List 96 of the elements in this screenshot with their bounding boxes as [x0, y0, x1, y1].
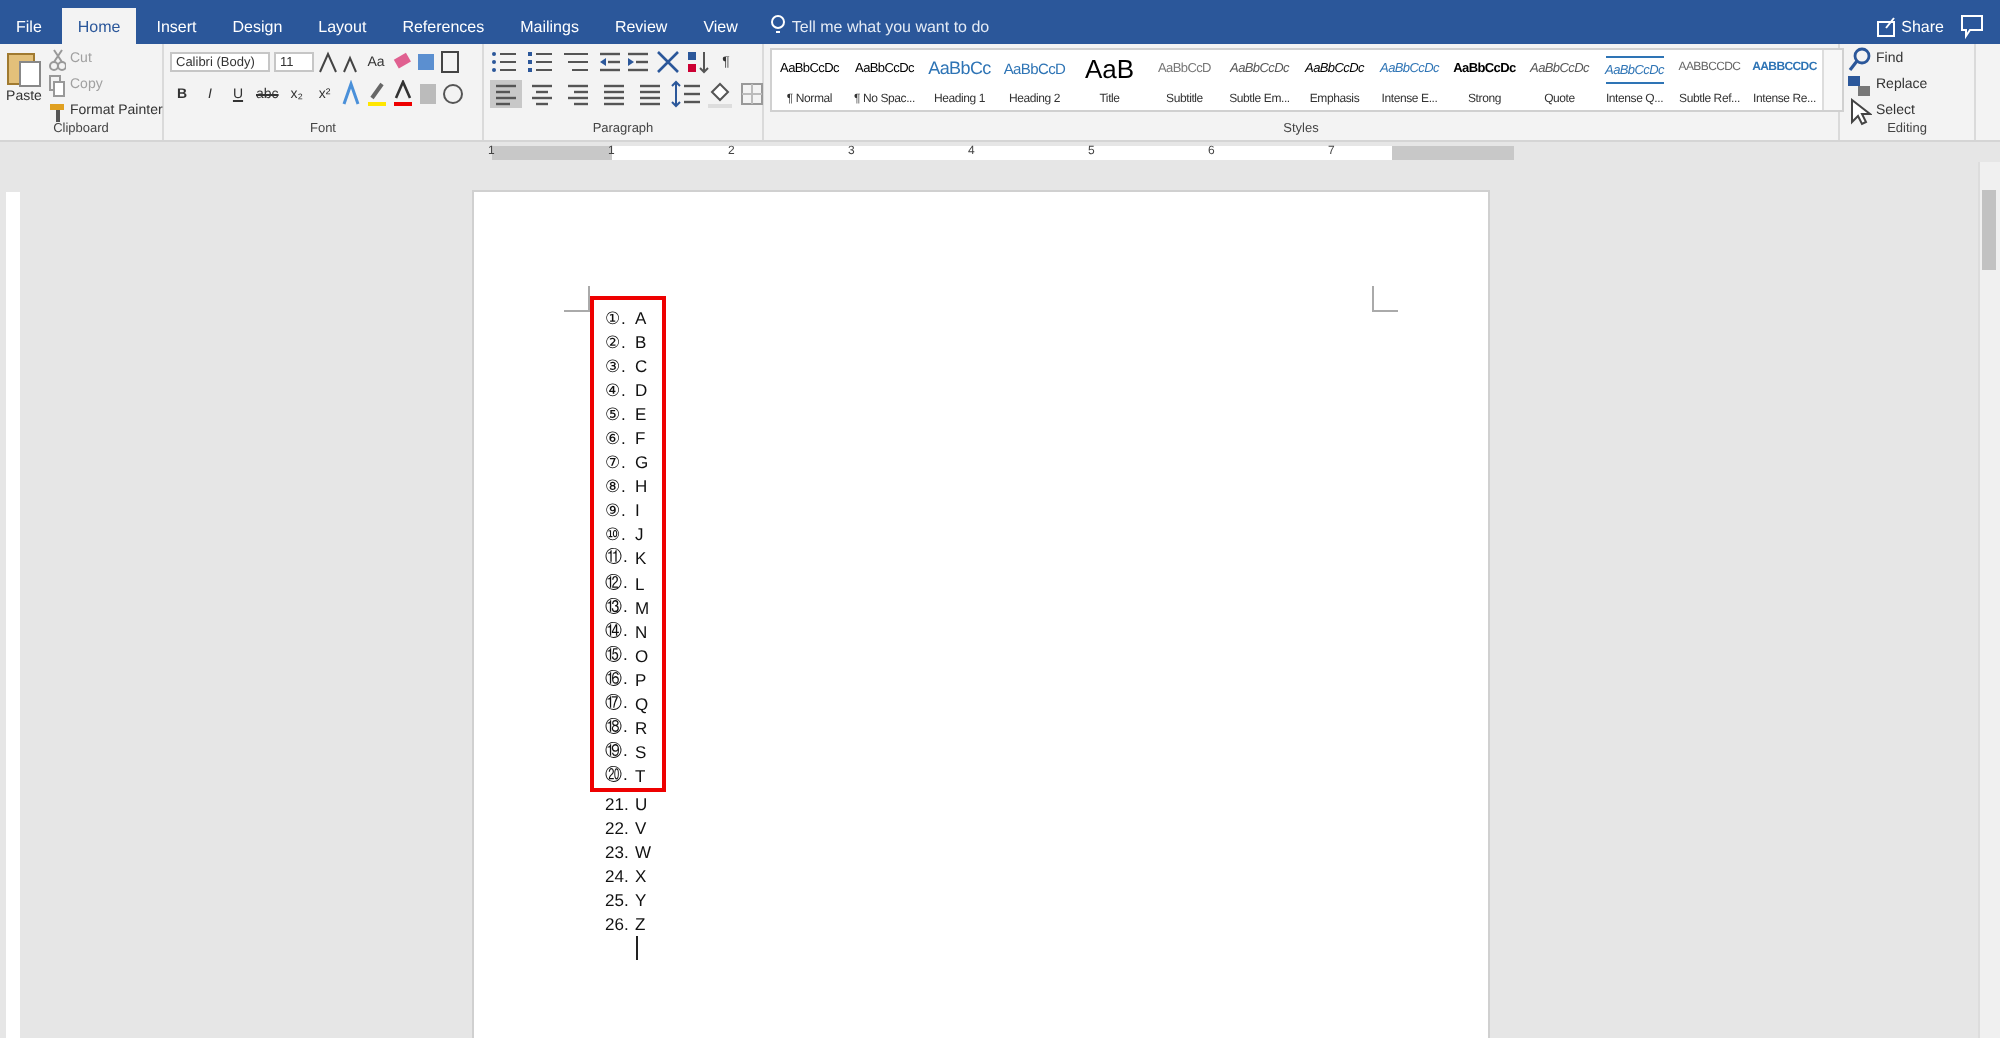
list-number: 25. — [605, 890, 631, 911]
list-number: ⑧. — [605, 476, 628, 497]
align-button[interactable] — [634, 80, 666, 108]
list-number: 21. — [605, 793, 631, 814]
replace-icon — [1846, 71, 1872, 99]
list-text: Z — [635, 914, 646, 935]
list-text: D — [635, 380, 648, 401]
list-number: ⑲. — [605, 739, 630, 764]
list-text: B — [635, 332, 647, 353]
list-text: X — [635, 866, 647, 887]
list-number: ⑥. — [605, 428, 628, 449]
list-number: 22. — [605, 818, 631, 838]
list-text: T — [635, 765, 646, 786]
ribbon-tab[interactable]: Layout — [302, 8, 383, 44]
align-button[interactable] — [598, 80, 630, 108]
list-number: ③. — [605, 356, 628, 377]
scissors-icon — [48, 45, 66, 73]
copy-icon — [48, 71, 66, 99]
decrease-indent-icon[interactable] — [598, 48, 622, 76]
multilevel-list-icon[interactable] — [562, 48, 594, 76]
vertical-scrollbar[interactable] — [1978, 162, 2000, 1038]
comment-icon[interactable] — [1960, 12, 1984, 40]
bullets-icon[interactable] — [490, 48, 522, 76]
align-right-icon — [564, 80, 592, 108]
list-text: W — [635, 842, 652, 863]
align-button[interactable] — [526, 80, 558, 108]
align-left-icon — [492, 80, 520, 108]
ribbon-tab[interactable]: Review — [598, 8, 684, 44]
list-number: ⑮. — [605, 643, 630, 668]
list-text: K — [635, 548, 647, 569]
list-number: ⑳. — [605, 763, 630, 788]
list-number: ⑫. — [605, 571, 630, 596]
list-text: G — [635, 452, 649, 473]
list-number: 23. — [605, 842, 631, 863]
align-center-icon — [528, 80, 556, 108]
list-number: ⑰. — [605, 691, 630, 716]
list-number: 26. — [605, 914, 631, 935]
list-text: I — [635, 500, 640, 521]
list-text: Y — [635, 890, 647, 911]
align-button[interactable] — [490, 80, 522, 108]
list-number: ⑯. — [605, 667, 630, 692]
tell-me-field[interactable]: Tell me what you want to do — [791, 17, 1072, 35]
list-text: V — [635, 818, 647, 838]
list-text: Q — [635, 693, 649, 714]
ribbon-tab[interactable]: Insert — [140, 8, 213, 44]
list-number: ⑩. — [605, 524, 628, 545]
list-number: ⑤. — [605, 404, 628, 425]
sort-icon[interactable] — [686, 48, 710, 76]
list-number: ①. — [605, 308, 628, 329]
numbering-icon[interactable] — [526, 48, 558, 76]
list-text: A — [635, 308, 647, 329]
align-justify-icon — [600, 80, 628, 108]
list-text: H — [635, 476, 648, 497]
ribbon-tab[interactable]: View — [687, 8, 754, 44]
gallery-scrollbar[interactable] — [1822, 50, 1842, 110]
list-text: M — [635, 597, 650, 618]
ribbon-tab[interactable]: Home — [61, 8, 137, 44]
paint-bucket-icon[interactable] — [706, 80, 734, 108]
list-number: ②. — [605, 332, 628, 353]
align-distribute-icon — [636, 80, 664, 108]
list-number: ⑬. — [605, 595, 630, 620]
list-text: F — [635, 428, 646, 449]
text-cursor — [635, 936, 637, 961]
list-number: ⑱. — [605, 715, 630, 740]
enclose-character-icon[interactable] — [442, 80, 465, 108]
list-number: ⑪. — [605, 546, 630, 571]
list-text: J — [635, 524, 644, 545]
list-text: R — [635, 717, 648, 738]
select-icon — [1846, 97, 1872, 125]
increase-indent-icon[interactable] — [626, 48, 650, 76]
list-text: P — [635, 669, 647, 690]
list-text: S — [635, 741, 647, 762]
list-text: E — [635, 404, 647, 425]
list-number: ⑭. — [605, 619, 630, 644]
list-text: L — [635, 573, 645, 594]
grow-font-icon[interactable] — [318, 48, 338, 76]
list-number: 24. — [605, 866, 631, 887]
font-color-icon[interactable] — [392, 80, 415, 108]
ribbon-tab[interactable]: File — [0, 8, 58, 44]
find-icon — [1846, 45, 1872, 73]
share-icon — [1875, 12, 1896, 40]
share-button[interactable]: Share — [1875, 8, 1944, 44]
list-number: ⑨. — [605, 500, 628, 521]
ribbon-tab[interactable]: Mailings — [504, 8, 595, 44]
line-spacing-icon[interactable] — [670, 80, 702, 108]
character-border-icon[interactable] — [440, 48, 460, 76]
list-number: ⑦. — [605, 452, 628, 473]
ribbon-tab[interactable]: References — [386, 8, 501, 44]
list-number: ④. — [605, 380, 628, 401]
list-text: N — [635, 621, 648, 642]
highlighter-icon[interactable] — [366, 80, 389, 108]
list-text: C — [635, 356, 648, 377]
list-text: U — [635, 793, 648, 814]
align-button[interactable] — [562, 80, 594, 108]
ribbon-tab[interactable]: Design — [216, 8, 299, 44]
list-text: O — [635, 645, 649, 666]
